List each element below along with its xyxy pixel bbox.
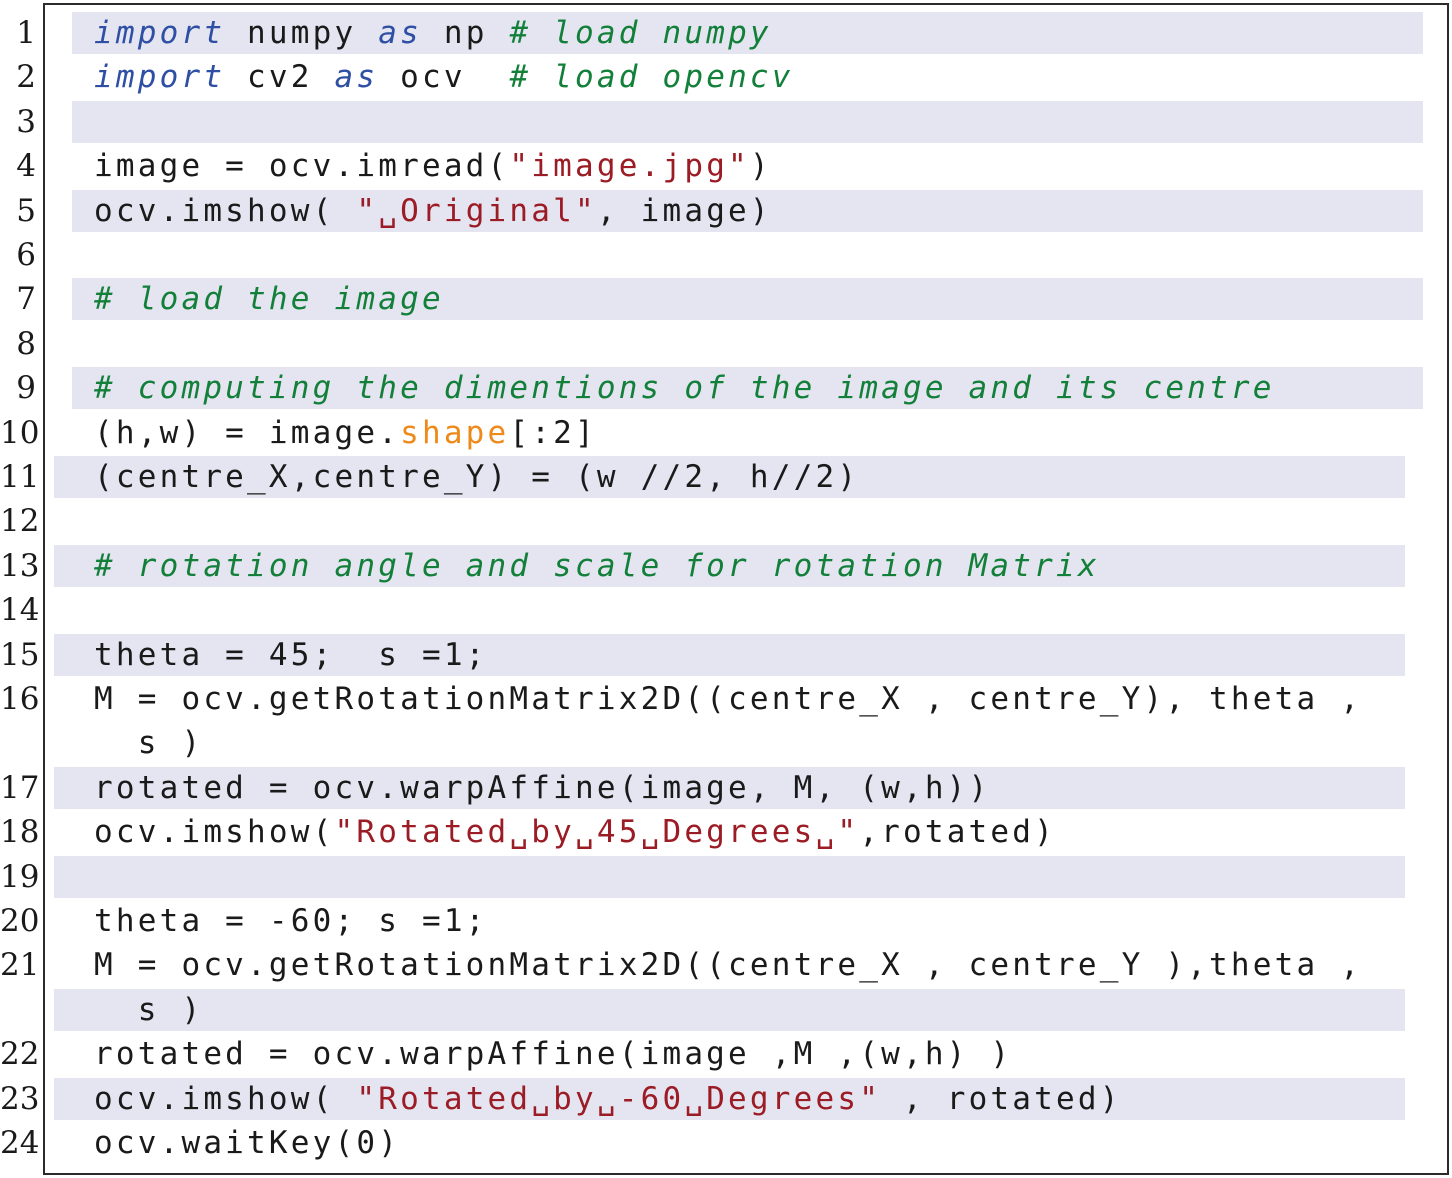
code-token: # computing the dimentions of the image … xyxy=(94,370,1275,407)
code-token: "image.jpg" xyxy=(509,148,750,185)
code-token: # load the image xyxy=(94,281,444,318)
code-token: import xyxy=(94,59,226,96)
highlight-band xyxy=(54,988,1405,1031)
code-token: shape xyxy=(400,414,510,451)
code-token: image = ocv.imread( xyxy=(94,148,510,185)
code-line: # computing the dimentions of the image … xyxy=(94,366,1275,410)
code-token: as xyxy=(378,15,422,51)
code-line: (centre_X,centre_Y) = (w //2, h//2) xyxy=(94,455,859,499)
code-line: ocv.waitKey(0) xyxy=(94,1121,400,1165)
line-number: 1 xyxy=(16,15,36,51)
line-number: 5 xyxy=(16,192,36,229)
code-line: (h,w) = image.shape[:2] xyxy=(94,411,597,455)
code-line: # rotation angle and scale for rotation … xyxy=(94,544,1100,588)
code-token: s ) xyxy=(94,725,204,762)
line-number: 11 xyxy=(0,459,40,495)
code-token: (h,w) = image. xyxy=(94,414,401,451)
line-number: 16 xyxy=(0,681,40,717)
highlight-band xyxy=(54,855,1405,898)
line-number: 7 xyxy=(16,281,36,318)
code-line: import cv2 as ocv # load opencv xyxy=(94,55,794,99)
code-token: import xyxy=(94,15,226,51)
code-line: ocv.imshow( "Rotated␣by␣-60␣Degrees" , r… xyxy=(94,1077,1122,1121)
code-listing: 1 import numpy as np # load numpy 2 import … xyxy=(0,0,1452,1178)
code-line: M = ocv.getRotationMatrix2D((centre_X , … xyxy=(94,677,1362,721)
line-number: 17 xyxy=(0,769,40,806)
code-token: # rotation angle and scale for rotation … xyxy=(94,547,1100,584)
line-number: 14 xyxy=(0,592,40,629)
line-number: 19 xyxy=(0,858,40,895)
code-line: M = ocv.getRotationMatrix2D((centre_X , … xyxy=(94,943,1362,987)
code-line: # load the image xyxy=(94,277,444,321)
line-number: 20 xyxy=(0,903,40,939)
code-line: theta = -60; s =1; xyxy=(94,899,488,943)
line-number: 24 xyxy=(0,1125,40,1161)
line-number: 21 xyxy=(0,947,40,984)
code-token: ocv xyxy=(378,59,510,96)
code-token: M = ocv.getRotationMatrix2D((centre_X , … xyxy=(94,681,1363,717)
line-number: 15 xyxy=(0,636,40,673)
code-token: theta = -60; s =1; xyxy=(94,903,488,939)
code-token: # load numpy xyxy=(509,15,772,51)
code-token: ocv.imshow( xyxy=(94,1080,357,1117)
code-token: cv2 xyxy=(225,59,335,96)
code-token: "␣Original" xyxy=(356,192,597,229)
line-number: 22 xyxy=(0,1036,40,1073)
code-token: "Rotated␣by␣-60␣Degrees" xyxy=(356,1080,882,1117)
line-number: 3 xyxy=(16,103,36,140)
code-token: [:2] xyxy=(509,414,597,451)
code-line: ocv.imshow("Rotated␣by␣45␣Degrees␣",rota… xyxy=(94,810,1056,854)
line-number: 10 xyxy=(0,414,40,451)
code-token: rotated = ocv.warpAffine(image ,M ,(w,h)… xyxy=(94,1036,1013,1073)
code-token: theta = 45; s =1; xyxy=(94,636,488,673)
code-token: as xyxy=(334,59,379,96)
line-number: 8 xyxy=(16,325,36,362)
code-line: s ) xyxy=(94,721,203,765)
line-number: 2 xyxy=(16,59,36,96)
code-token: ocv.imshow( xyxy=(94,192,357,229)
line-number: 18 xyxy=(0,814,40,851)
code-token: numpy xyxy=(225,15,379,51)
code-token: # load opencv xyxy=(509,59,794,96)
line-number: 23 xyxy=(0,1080,40,1117)
code-line: rotated = ocv.warpAffine(image ,M ,(w,h)… xyxy=(94,1032,1012,1076)
code-token: , image) xyxy=(596,192,772,229)
line-number: 6 xyxy=(16,237,36,273)
highlight-band xyxy=(72,100,1423,143)
code-token: ,rotated) xyxy=(859,814,1057,851)
line-number: 9 xyxy=(16,370,36,407)
code-token: (centre_X,centre_Y) = (w //2, h//2) xyxy=(94,459,860,495)
code-line: ocv.imshow( "␣Original", image) xyxy=(94,189,772,233)
code-token: , rotated) xyxy=(881,1080,1122,1117)
line-number: 12 xyxy=(0,503,40,540)
code-token: rotated = ocv.warpAffine(image, M, (w,h)… xyxy=(94,769,991,806)
code-token: ocv.waitKey(0) xyxy=(94,1125,401,1161)
code-line: s ) xyxy=(94,988,203,1032)
code-token: s ) xyxy=(94,991,204,1028)
code-token: ) xyxy=(749,148,772,185)
code-token: np xyxy=(421,15,510,51)
code-token: M = ocv.getRotationMatrix2D((centre_X , … xyxy=(94,947,1363,984)
code-line: theta = 45; s =1; xyxy=(94,633,488,677)
code-line: import numpy as np # load numpy xyxy=(94,11,772,55)
line-number: 4 xyxy=(16,148,36,185)
line-number: 13 xyxy=(0,547,40,584)
code-token: "Rotated␣by␣45␣Degrees␣" xyxy=(334,814,860,851)
code-line: rotated = ocv.warpAffine(image, M, (w,h)… xyxy=(94,766,990,810)
code-token: ocv.imshow( xyxy=(94,814,335,851)
code-line: image = ocv.imread("image.jpg") xyxy=(94,144,772,188)
